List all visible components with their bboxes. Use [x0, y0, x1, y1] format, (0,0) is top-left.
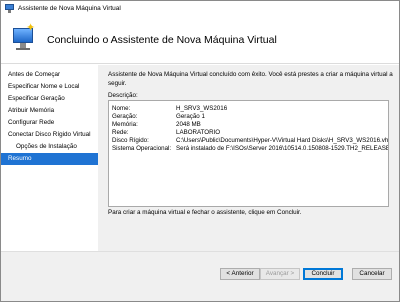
nav-item-generation[interactable]: Especificar Geração — [1, 93, 98, 105]
intro-text: Assistente de Nova Máquina Virtual concl… — [108, 71, 393, 87]
title-bar: Assistente de Nova Máquina Virtual — [1, 1, 399, 16]
summary-value: LABORATORIO — [176, 129, 221, 136]
description-box[interactable]: Nome: H_SRV3_WS2016 Geração: Geração 1 M… — [108, 100, 389, 207]
divider — [1, 251, 399, 252]
summary-panel: Assistente de Nova Máquina Virtual concl… — [98, 65, 399, 251]
previous-button[interactable]: < Anterior — [220, 268, 260, 280]
nav-item-virtual-hard-disk[interactable]: Conectar Disco Rígido Virtual — [1, 129, 98, 141]
summary-key: Memória: — [112, 121, 138, 128]
wizard-header: ✦ Concluindo o Assistente de Nova Máquin… — [1, 16, 399, 64]
wizard-window: Assistente de Nova Máquina Virtual ✦ Con… — [0, 0, 400, 302]
nav-item-memory[interactable]: Atribuir Memória — [1, 105, 98, 117]
nav-item-before-you-begin[interactable]: Antes de Começar — [1, 69, 98, 81]
finish-button[interactable]: Concluir — [303, 268, 343, 280]
nav-item-installation-options[interactable]: Opções de Instalação — [1, 141, 98, 153]
summary-value: H_SRV3_WS2016 — [176, 105, 228, 112]
cancel-button[interactable]: Cancelar — [352, 268, 392, 280]
nav-item-summary[interactable]: Resumo — [1, 153, 98, 165]
summary-key: Nome: — [112, 105, 131, 112]
button-bar: < Anterior Avançar > Concluir Cancelar — [1, 251, 399, 301]
summary-value: Será instalado de F:\ISOs\Server 2016\10… — [176, 145, 389, 152]
summary-value: Geração 1 — [176, 113, 205, 120]
nav-item-network[interactable]: Configurar Rede — [1, 117, 98, 129]
page-title: Concluindo o Assistente de Nova Máquina … — [47, 34, 277, 46]
description-label: Descrição: — [108, 92, 138, 99]
summary-value: 2048 MB — [176, 121, 201, 128]
summary-key: Rede: — [112, 129, 129, 136]
summary-key: Disco Rígido: — [112, 137, 149, 144]
finish-instructions: Para criar a máquina virtual e fechar o … — [108, 209, 302, 216]
new-virtual-machine-icon: ✦ — [13, 23, 35, 51]
hyper-v-icon — [5, 4, 14, 13]
nav-item-name-location[interactable]: Especificar Nome e Local — [1, 81, 98, 93]
next-button[interactable]: Avançar > — [260, 268, 300, 280]
window-title: Assistente de Nova Máquina Virtual — [18, 5, 121, 12]
summary-key: Geração: — [112, 113, 138, 120]
summary-key: Sistema Operacional: — [112, 145, 172, 152]
summary-value: C:\Users\Public\Documents\Hyper-V\Virtua… — [176, 137, 389, 144]
